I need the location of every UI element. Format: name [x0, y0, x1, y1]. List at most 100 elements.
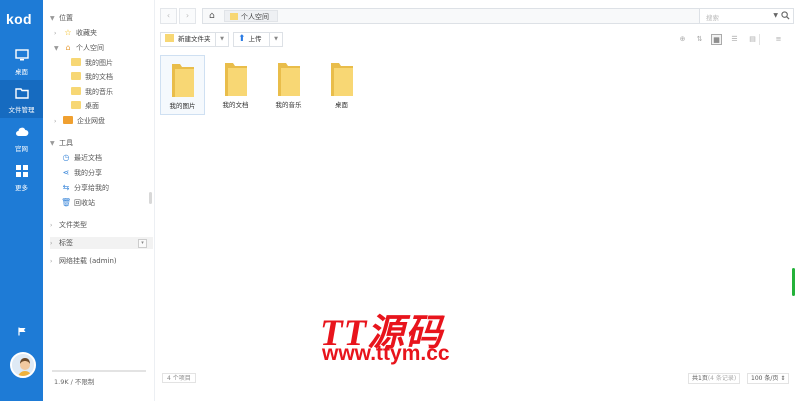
folder-icon — [277, 63, 300, 96]
shared-to-me-icon: ⇆ — [62, 183, 70, 192]
folder-icon — [165, 34, 174, 42]
chevron-down-icon: ▼ — [54, 45, 59, 52]
status-bar: 4 个项目 共1页(4 条记录) 100 条/页 ⇕ — [155, 367, 800, 389]
page-info: 共1页(4 条记录) — [688, 373, 741, 384]
cloud-icon — [15, 127, 28, 136]
chevron-right-icon: › — [50, 240, 53, 247]
app-item-desktop[interactable]: 桌面 — [0, 42, 43, 80]
file-name: 我的文档 — [222, 101, 249, 109]
list-view-icon[interactable]: ☰ — [729, 34, 740, 45]
folder-tree: ▼ 位置 › ☆ 收藏夹 ▼ ⌂ 个人空间 我的图片 我的文档 我的音乐 桌面 › 企业网盘… — [43, 0, 155, 401]
file-grid: 我的图片 我的文档 我的音乐 桌面 — [155, 50, 785, 367]
folder-icon — [71, 58, 81, 66]
file-toolbar: 新建文件夹 ▼ ⬆ 上传 ▼ ⊕ ⇅ ▦ ☰ ▤ ≡ — [155, 30, 800, 50]
tree-item-documents[interactable]: 我的文档 — [71, 71, 113, 83]
grid-icon — [15, 165, 28, 177]
chevron-down-icon: ▼ — [50, 15, 55, 22]
tree-item-music[interactable]: 我的音乐 — [71, 86, 113, 98]
chevron-down-icon: ▼ — [50, 140, 55, 147]
grid-view-icon[interactable]: ▦ — [711, 34, 722, 45]
path-field[interactable]: ⌂ 个人空间 ★ ↑ — [202, 8, 742, 24]
tree-section-file-types[interactable]: › 文件类型 — [50, 219, 87, 231]
tags-dropdown-button[interactable]: ▾ — [138, 239, 147, 248]
chevron-right-icon: › — [50, 222, 53, 229]
chevron-right-icon: › — [54, 118, 57, 125]
split-view-icon[interactable]: ▤ — [747, 34, 758, 45]
toolbar-divider — [759, 34, 760, 45]
tree-item-enterprise[interactable]: › 企业网盘 — [54, 115, 105, 127]
app-item-file-manager[interactable]: 文件管理 — [0, 80, 43, 118]
tree-item-desktop[interactable]: 桌面 — [71, 100, 99, 112]
tree-item-personal-space[interactable]: ▼ ⌂ 个人空间 — [54, 42, 104, 54]
sort-icon[interactable]: ⇅ — [694, 34, 705, 45]
new-folder-button[interactable]: 新建文件夹 ▼ — [160, 32, 229, 47]
file-item[interactable]: 我的图片 — [160, 55, 205, 115]
address-bar: ‹ › ⌂ 个人空间 ★ ↑ 搜索 ▼ — [155, 0, 800, 30]
app-item-label: 文件管理 — [8, 106, 35, 114]
folder-icon — [330, 63, 353, 96]
app-item-more[interactable]: 更多 — [0, 158, 43, 196]
menu-icon[interactable]: ≡ — [773, 34, 784, 45]
user-avatar[interactable] — [10, 352, 36, 378]
caret-down-icon[interactable]: ▼ — [773, 12, 778, 19]
app-logo[interactable]: kod — [6, 11, 32, 27]
monitor-icon — [14, 49, 29, 61]
flag-icon[interactable] — [18, 327, 27, 336]
quota-text: 1.9K / 不限制 — [54, 378, 95, 386]
search-icon[interactable] — [781, 11, 790, 20]
app-item-label: 官网 — [15, 145, 28, 153]
tree-item-pictures[interactable]: 我的图片 — [71, 57, 113, 69]
enterprise-folder-icon — [63, 116, 73, 124]
quota-bar — [52, 370, 146, 372]
avatar-icon — [12, 354, 34, 376]
folder-icon — [71, 72, 81, 80]
forward-button[interactable]: › — [179, 8, 196, 24]
tree-section-tools[interactable]: ▼ 工具 — [50, 137, 73, 149]
per-page-select[interactable]: 100 条/页 ⇕ — [747, 373, 790, 384]
chevron-down-icon[interactable]: ▼ — [269, 33, 282, 46]
tree-item-shared-to-me[interactable]: ⇆ 分享给我的 — [61, 182, 109, 194]
chevron-right-icon: › — [54, 30, 57, 37]
tree-item-favorites[interactable]: › ☆ 收藏夹 — [54, 27, 97, 39]
tree-item-recent[interactable]: ◷ 最近文档 — [61, 152, 103, 164]
content-scrollbar[interactable] — [792, 268, 795, 296]
search-input[interactable]: 搜索 — [706, 12, 719, 22]
app-item-label: 更多 — [15, 184, 28, 192]
item-count: 4 个项目 — [162, 373, 196, 383]
share-icon: ⋖ — [62, 168, 70, 177]
back-button[interactable]: ‹ — [160, 8, 177, 24]
file-item[interactable]: 我的文档 — [213, 55, 258, 115]
chevron-right-icon: › — [50, 258, 53, 265]
star-icon: ☆ — [64, 28, 72, 37]
search-field[interactable]: 搜索 ▼ — [699, 8, 794, 24]
file-name: 我的音乐 — [275, 101, 302, 109]
tree-section-network-mount[interactable]: › 网络挂载 (admin) — [50, 255, 117, 267]
folder-icon — [14, 88, 29, 99]
breadcrumb[interactable]: 个人空间 — [224, 10, 278, 22]
file-item[interactable]: 桌面 — [319, 55, 364, 115]
folder-icon — [171, 64, 194, 97]
folder-icon — [230, 13, 238, 20]
zoom-icon[interactable]: ⊕ — [677, 34, 688, 45]
file-name: 我的图片 — [169, 102, 196, 110]
clock-icon: ◷ — [62, 153, 70, 162]
upload-icon: ⬆ — [238, 34, 246, 44]
updown-icon: ⇕ — [780, 375, 786, 382]
app-sidebar: kod 桌面 文件管理 官网 更多 — [0, 0, 43, 401]
trash-icon: 🗑 — [61, 198, 72, 207]
app-item-label: 桌面 — [15, 68, 28, 76]
tree-section-location[interactable]: ▼ 位置 — [50, 12, 73, 24]
chevron-down-icon[interactable]: ▼ — [215, 33, 228, 46]
app-item-website[interactable]: 官网 — [0, 119, 43, 157]
upload-button[interactable]: ⬆ 上传 ▼ — [233, 32, 283, 47]
file-item[interactable]: 我的音乐 — [266, 55, 311, 115]
home-folder-icon: ⌂ — [65, 43, 71, 52]
folder-icon — [71, 101, 81, 109]
home-icon[interactable]: ⌂ — [209, 11, 215, 21]
file-name: 桌面 — [335, 101, 348, 109]
folder-icon — [224, 63, 247, 96]
folder-icon — [71, 87, 81, 95]
tree-item-recycle-bin[interactable]: 🗑 回收站 — [61, 197, 95, 209]
tree-item-my-share[interactable]: ⋖ 我的分享 — [61, 167, 102, 179]
tree-scrollbar[interactable] — [149, 192, 152, 204]
